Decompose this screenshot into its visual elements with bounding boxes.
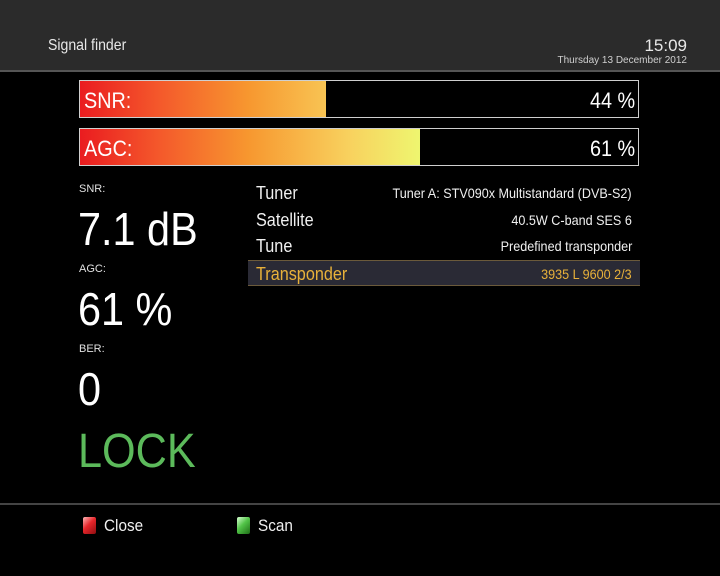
agc-meter-label: AGC: xyxy=(84,136,133,161)
green-key-icon xyxy=(237,517,250,534)
red-key-icon xyxy=(83,517,96,534)
agc-stat-value: 61 % xyxy=(78,283,173,335)
agc-meter: AGC: 61 % xyxy=(79,128,639,166)
setting-label-tuner: Tuner xyxy=(256,183,298,203)
setting-row-transponder[interactable]: Transponder 3935 L 9600 2/3 xyxy=(248,259,640,286)
setting-value-tuner: Tuner A: STV090x Multistandard (DVB-S2) xyxy=(392,185,632,201)
header-bar: Signal finder 15:09 Thursday 13 December… xyxy=(0,0,720,72)
snr-meter: SNR: 44 % xyxy=(79,80,639,118)
setting-label-satellite: Satellite xyxy=(256,209,314,230)
setting-value-satellite: 40.5W C-band SES 6 xyxy=(511,211,632,228)
scan-button[interactable]: Scan xyxy=(237,514,337,536)
snr-meter-label: SNR: xyxy=(84,88,132,113)
tuner-settings-list: Tuner Tuner A: STV090x Multistandard (DV… xyxy=(248,180,640,286)
setting-row-satellite[interactable]: Satellite 40.5W C-band SES 6 xyxy=(248,207,640,234)
agc-stat-label: AGC: xyxy=(79,263,106,275)
setting-label-transponder: Transponder xyxy=(256,263,348,284)
setting-value-tune: Predefined transponder xyxy=(500,238,632,254)
ber-stat-label: BER: xyxy=(79,343,105,355)
lock-status: LOCK xyxy=(78,425,196,478)
setting-label-tune: Tune xyxy=(256,236,293,256)
ber-stat-value: 0 xyxy=(78,363,102,415)
clock: 15:09 xyxy=(644,36,687,55)
footer-divider xyxy=(0,503,720,505)
scan-button-label: Scan xyxy=(258,516,293,535)
setting-value-transponder: 3935 L 9600 2/3 xyxy=(541,265,632,282)
setting-row-tuner[interactable]: Tuner Tuner A: STV090x Multistandard (DV… xyxy=(248,180,640,207)
snr-stat-label: SNR: xyxy=(79,183,106,195)
screen-title: Signal finder xyxy=(48,37,127,54)
close-button-label: Close xyxy=(104,516,144,535)
snr-meter-percent: 44 % xyxy=(589,88,635,113)
close-button[interactable]: Close xyxy=(83,514,183,536)
date: Thursday 13 December 2012 xyxy=(557,55,687,66)
setting-row-tune[interactable]: Tune Predefined transponder xyxy=(248,233,640,260)
snr-stat-value: 7.1 dB xyxy=(78,203,198,255)
agc-meter-percent: 61 % xyxy=(589,136,635,161)
